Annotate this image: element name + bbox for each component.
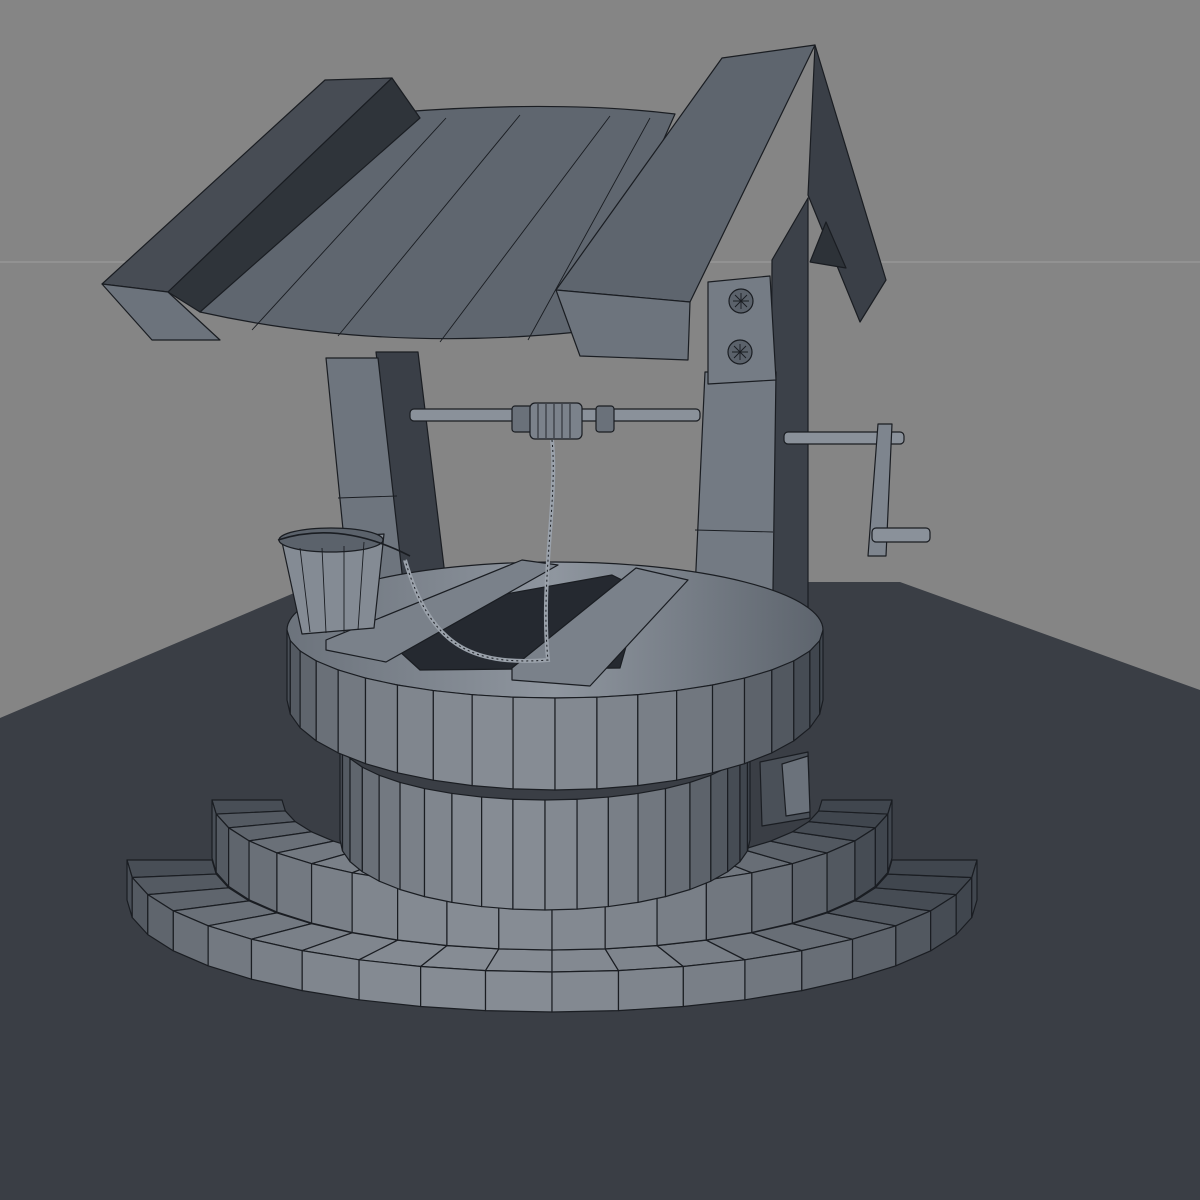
ring-segment [596,694,639,790]
bolt-icon [727,339,753,365]
ring-segment [554,696,598,791]
ring-segment [676,684,714,781]
ring-segment [682,959,746,1008]
ring-segment [420,965,487,1012]
crank-handle [871,527,931,543]
side-box-face [781,755,811,817]
ring-segment [854,827,876,901]
ring-segment [471,694,514,790]
ring-segment [364,677,399,774]
ring-segment [544,798,578,911]
ring-segment [751,863,794,934]
ring-segment [727,757,741,873]
ring-segment [358,959,422,1008]
ring-segment [361,766,380,882]
well-3d-render [0,0,1200,1200]
ring-segment [399,781,426,898]
ring-segment [481,796,514,910]
ring-segment [451,792,483,908]
ring-segment [819,629,824,715]
ring-segment [396,684,434,781]
ring-segment [378,774,401,891]
ring-segment [484,970,553,1013]
ring-segment [315,660,339,754]
ring-segment [432,689,473,787]
ring-segment [887,799,893,873]
ring-segment [617,965,684,1012]
ring-segment [276,852,313,924]
viewport[interactable] [0,0,1200,1200]
ring-segment [637,787,667,903]
ring-segment [771,660,795,754]
ring-segment [689,774,712,891]
ring-segment [248,840,278,913]
ring-segment [743,669,773,765]
axle-collar [595,405,615,433]
ring-segment [299,650,317,742]
ring-segment [791,852,828,924]
ring-segment [818,799,893,815]
ring-segment [423,787,453,903]
ring-segment [341,748,351,863]
ring-segment [576,796,609,910]
ring-segment [349,757,363,873]
ring-segment [337,669,367,765]
ring-segment [301,950,360,1001]
ring-segment [637,689,678,787]
ring-segment [705,872,753,941]
ring-segment [310,863,353,934]
ring-segment [793,650,811,742]
bucket-rim [278,527,384,553]
ring-segment [289,640,301,729]
ring-segment [664,781,691,898]
ring-segment [512,696,556,791]
ring-segment [744,950,803,1001]
ring-segment [809,640,821,729]
ring-segment [826,840,856,913]
ring-segment [607,792,639,908]
ring-segment [551,970,620,1013]
ring-segment [711,677,746,774]
ring-segment [512,798,546,911]
ring-segment [887,859,978,879]
ring-segment [211,799,217,873]
ring-segment [710,766,729,882]
ring-segment [228,827,250,901]
bolt-icon [728,288,754,314]
ring-segment [739,748,749,863]
